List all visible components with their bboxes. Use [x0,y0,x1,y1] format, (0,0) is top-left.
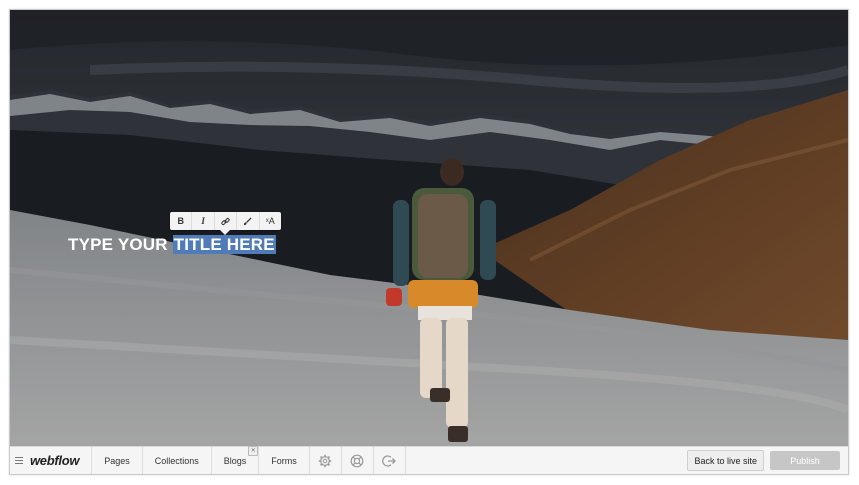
hero-title[interactable]: TYPE YOUR TITLE HERE [68,235,276,255]
brush-icon [244,216,252,225]
logout-icon [382,454,397,467]
help-button[interactable] [342,447,374,474]
close-icon[interactable]: ✕ [248,446,259,456]
publish-button[interactable]: Publish [770,451,840,470]
clear-format-button[interactable]: ˣA [260,212,281,230]
hero-title-text: TYPE YOUR [68,235,173,254]
logout-button[interactable] [374,447,406,474]
settings-button[interactable] [310,447,342,474]
nav-blogs-label: Blogs [223,455,247,466]
hero-title-selection: TITLE HERE [172,235,276,254]
mountain-hiker-photo [10,10,848,446]
nav-pages[interactable]: Pages [92,447,143,474]
nav-blogs[interactable]: Blogs ✕ [212,446,260,474]
text-format-toolbar: B I ˣA [170,212,281,235]
hero-background-image: B I ˣA TYPE YOUR TITLE HERE [10,10,848,446]
nav-collections[interactable]: Collections [143,447,212,474]
settings-icon [319,454,332,467]
italic-button[interactable]: I [192,212,215,230]
color-button[interactable] [237,212,260,230]
bold-button[interactable]: B [170,212,193,230]
back-to-live-site-button[interactable]: Back to live site [687,450,764,471]
editor-bottom-bar: webflow Pages Collections Blogs ✕ Forms [10,446,848,474]
link-button[interactable] [215,212,238,230]
help-icon [350,454,364,467]
webflow-logo[interactable]: webflow [28,447,93,474]
link-icon [221,217,230,225]
nav-forms[interactable]: Forms [259,447,310,474]
menu-icon[interactable] [10,447,28,474]
editor-window: B I ˣA TYPE YOUR TITLE HERE webflow Page… [9,9,849,475]
